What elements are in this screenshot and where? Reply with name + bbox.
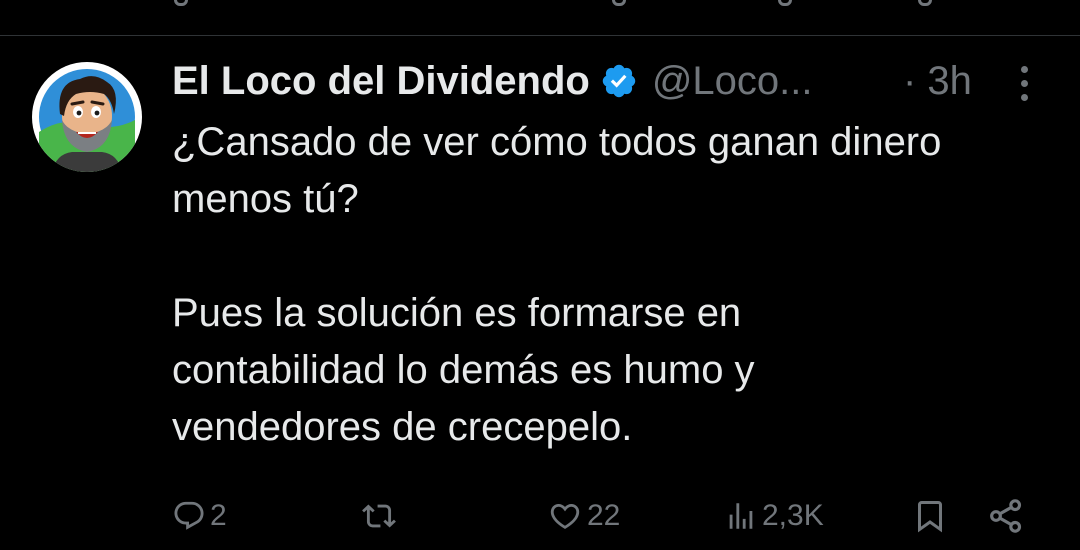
share-icon: [990, 499, 1022, 533]
tweet-paragraph: ¿Cansado de ver cómo todos ganan dinero …: [172, 120, 942, 221]
more-options-icon[interactable]: [1016, 66, 1032, 102]
retweet-button[interactable]: [358, 496, 404, 536]
views-icon: [778, 0, 792, 6]
previous-tweet-actions: [0, 0, 1080, 8]
like-count: 22: [587, 499, 621, 532]
like-button[interactable]: 22: [547, 496, 620, 536]
share-button[interactable]: [986, 496, 1026, 536]
tweet-time[interactable]: · 3h: [903, 56, 972, 106]
bookmark-button[interactable]: [912, 496, 948, 536]
bookmark-icon: [918, 501, 942, 533]
bookmark-icon: [918, 0, 932, 6]
like-icon: [550, 503, 580, 529]
author-handle[interactable]: @Loco...: [652, 56, 813, 106]
tweet-paragraph: Pues la solución es formarse en contabil…: [172, 291, 755, 449]
verified-badge-icon[interactable]: [600, 62, 638, 100]
tweet-header: El Loco del Dividendo @Loco...: [172, 56, 813, 106]
reply-button[interactable]: 2: [172, 496, 227, 536]
tweet-divider: [0, 35, 1080, 36]
reply-count: 2: [210, 499, 227, 532]
tweet-text: ¿Cansado de ver cómo todos ganan dinero …: [172, 114, 1062, 456]
views-button[interactable]: 2,3K: [724, 496, 824, 536]
views-icon: [729, 503, 753, 529]
retweet-icon: [362, 504, 396, 528]
reply-icon: [174, 0, 188, 6]
reply-icon: [174, 501, 204, 530]
like-icon: [612, 0, 626, 6]
avatar[interactable]: [32, 62, 142, 172]
author-name[interactable]: El Loco del Dividendo: [172, 56, 590, 106]
view-count: 2,3K: [762, 499, 824, 532]
